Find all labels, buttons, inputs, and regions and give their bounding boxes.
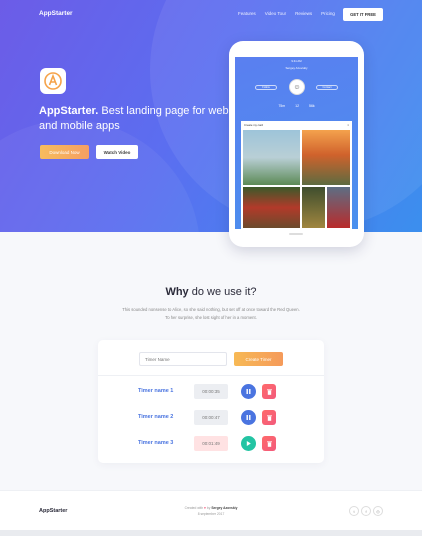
card-divider xyxy=(98,375,324,376)
trash-icon xyxy=(266,388,272,395)
credit-by: by xyxy=(206,506,211,510)
play-button[interactable] xyxy=(241,436,256,451)
heart-icon: ♥ xyxy=(204,506,206,510)
trash-icon xyxy=(266,414,272,421)
phone-status-bar: 9:41 AM xyxy=(291,59,302,63)
get-it-free-button[interactable]: GET IT FREE xyxy=(343,8,383,21)
timer-row: Timer name 1 00:00:35 xyxy=(98,384,324,400)
phone-avatar: ☺ xyxy=(289,79,305,95)
pause-icon xyxy=(246,389,251,394)
phone-contact-button: Contact xyxy=(316,85,338,90)
timer-name: Timer name 1 xyxy=(138,388,174,394)
why-heading: Why do we use it? xyxy=(0,286,422,298)
hero-buttons: Download Now Watch Video xyxy=(40,145,138,159)
credit-prefix: Created with xyxy=(184,506,204,510)
nav-link-reviews[interactable]: Reviews xyxy=(295,11,312,16)
phone-contact-label: Contact xyxy=(322,86,332,89)
phone-stats: 75m 12 56k xyxy=(235,104,358,108)
timer-row: Timer name 2 00:00:47 xyxy=(98,410,324,426)
nav-link-pricing[interactable]: Pricing xyxy=(321,11,335,16)
app-logo-icon xyxy=(40,68,66,94)
hero-headline: AppStarter. Best landing page for web an… xyxy=(39,104,229,134)
photo-sunset xyxy=(302,130,350,185)
close-icon: × xyxy=(347,123,349,127)
timer-name-input[interactable] xyxy=(139,352,227,366)
why-heading-rest: do we use it? xyxy=(191,286,257,298)
pause-button[interactable] xyxy=(241,384,256,399)
footer-date: 8 september 2017 xyxy=(197,512,225,516)
nav-link-video-tour[interactable]: Video Tour xyxy=(265,11,286,16)
phone-modal-title: Create my card xyxy=(244,123,264,127)
phone-modal: Create my card × xyxy=(241,121,352,229)
photo-grid xyxy=(243,130,350,228)
top-nav: AppStarter Features Video Tour Reviews P… xyxy=(0,8,422,22)
timer-name: Timer name 2 xyxy=(138,414,174,420)
page-bottom-bar xyxy=(0,530,422,536)
footer: AppStarter Created with ♥ by Sergey Azov… xyxy=(0,490,422,530)
phone-follow-label: Follow xyxy=(262,86,270,89)
phone-profile-name: Sergey Azovskiy xyxy=(285,66,308,70)
trash-icon xyxy=(266,440,272,447)
pause-icon xyxy=(246,415,251,420)
create-timer-button[interactable]: Create Timer xyxy=(234,352,283,366)
twitter-icon[interactable]: t xyxy=(349,506,359,516)
facebook-icon[interactable]: f xyxy=(361,506,371,516)
phone-stat: 75m xyxy=(278,104,286,108)
instagram-icon[interactable]: ◎ xyxy=(373,506,383,516)
timer-time: 00:00:35 xyxy=(194,384,228,399)
nav-logo[interactable]: AppStarter xyxy=(39,10,73,17)
photo-mushroom xyxy=(243,187,300,228)
phone-follow-button: Follow xyxy=(255,85,277,90)
timer-name: Timer name 3 xyxy=(138,440,174,446)
play-icon xyxy=(246,441,251,446)
phone-stat: 56k xyxy=(309,104,315,108)
footer-credit: Created with ♥ by Sergey Azovskiy 8 sept… xyxy=(150,505,272,517)
timer-row: Timer name 3 00:01:49 xyxy=(98,436,324,452)
why-heading-bold: Why xyxy=(165,286,189,298)
timer-time: 00:01:49 xyxy=(194,436,228,451)
phone-screen: 9:41 AM Sergey Azovskiy Follow ☺ Contact… xyxy=(235,57,358,229)
phone-stat: 12 xyxy=(295,104,300,108)
delete-button[interactable] xyxy=(262,436,276,451)
hero-brand: AppStarter. xyxy=(39,105,99,117)
delete-button[interactable] xyxy=(262,410,276,425)
why-description: This sounded nonsense to Alice, so she s… xyxy=(122,307,300,320)
phone-home-indicator xyxy=(289,233,303,235)
photo-forest xyxy=(302,187,325,228)
photo-girl xyxy=(327,187,350,228)
download-now-button[interactable]: Download Now xyxy=(40,145,89,159)
nav-links: Features Video Tour Reviews Pricing xyxy=(238,11,335,16)
phone-modal-header: Create my card × xyxy=(241,121,352,129)
photo-lighthouse xyxy=(243,130,300,185)
watch-video-button[interactable]: Watch Video xyxy=(96,145,138,159)
footer-logo[interactable]: AppStarter xyxy=(39,508,67,514)
phone-mockup: 9:41 AM Sergey Azovskiy Follow ☺ Contact… xyxy=(229,41,364,247)
timer-time: 00:00:47 xyxy=(194,410,228,425)
credit-author[interactable]: Sergey Azovskiy xyxy=(211,506,237,510)
photo-pair xyxy=(302,187,350,228)
nav-link-features[interactable]: Features xyxy=(238,11,256,16)
delete-button[interactable] xyxy=(262,384,276,399)
pause-button[interactable] xyxy=(241,410,256,425)
